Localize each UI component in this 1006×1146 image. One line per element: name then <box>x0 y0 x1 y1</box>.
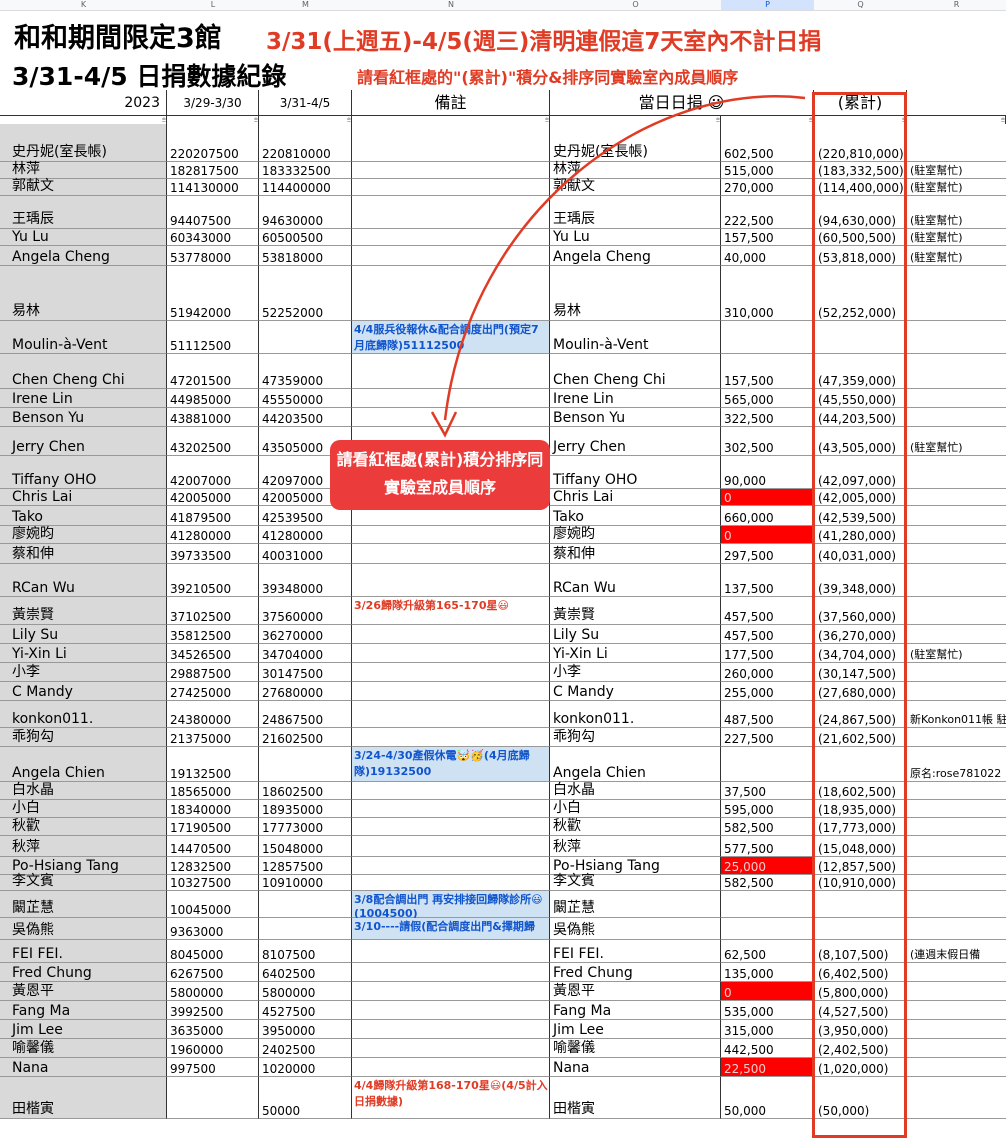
callout-bubble: 請看紅框處(累計)積分排序同實驗室成員順序 <box>330 440 550 510</box>
annotation-arrow <box>430 95 806 438</box>
arrow-head-icon <box>430 411 458 438</box>
arrow-curve <box>443 95 806 421</box>
